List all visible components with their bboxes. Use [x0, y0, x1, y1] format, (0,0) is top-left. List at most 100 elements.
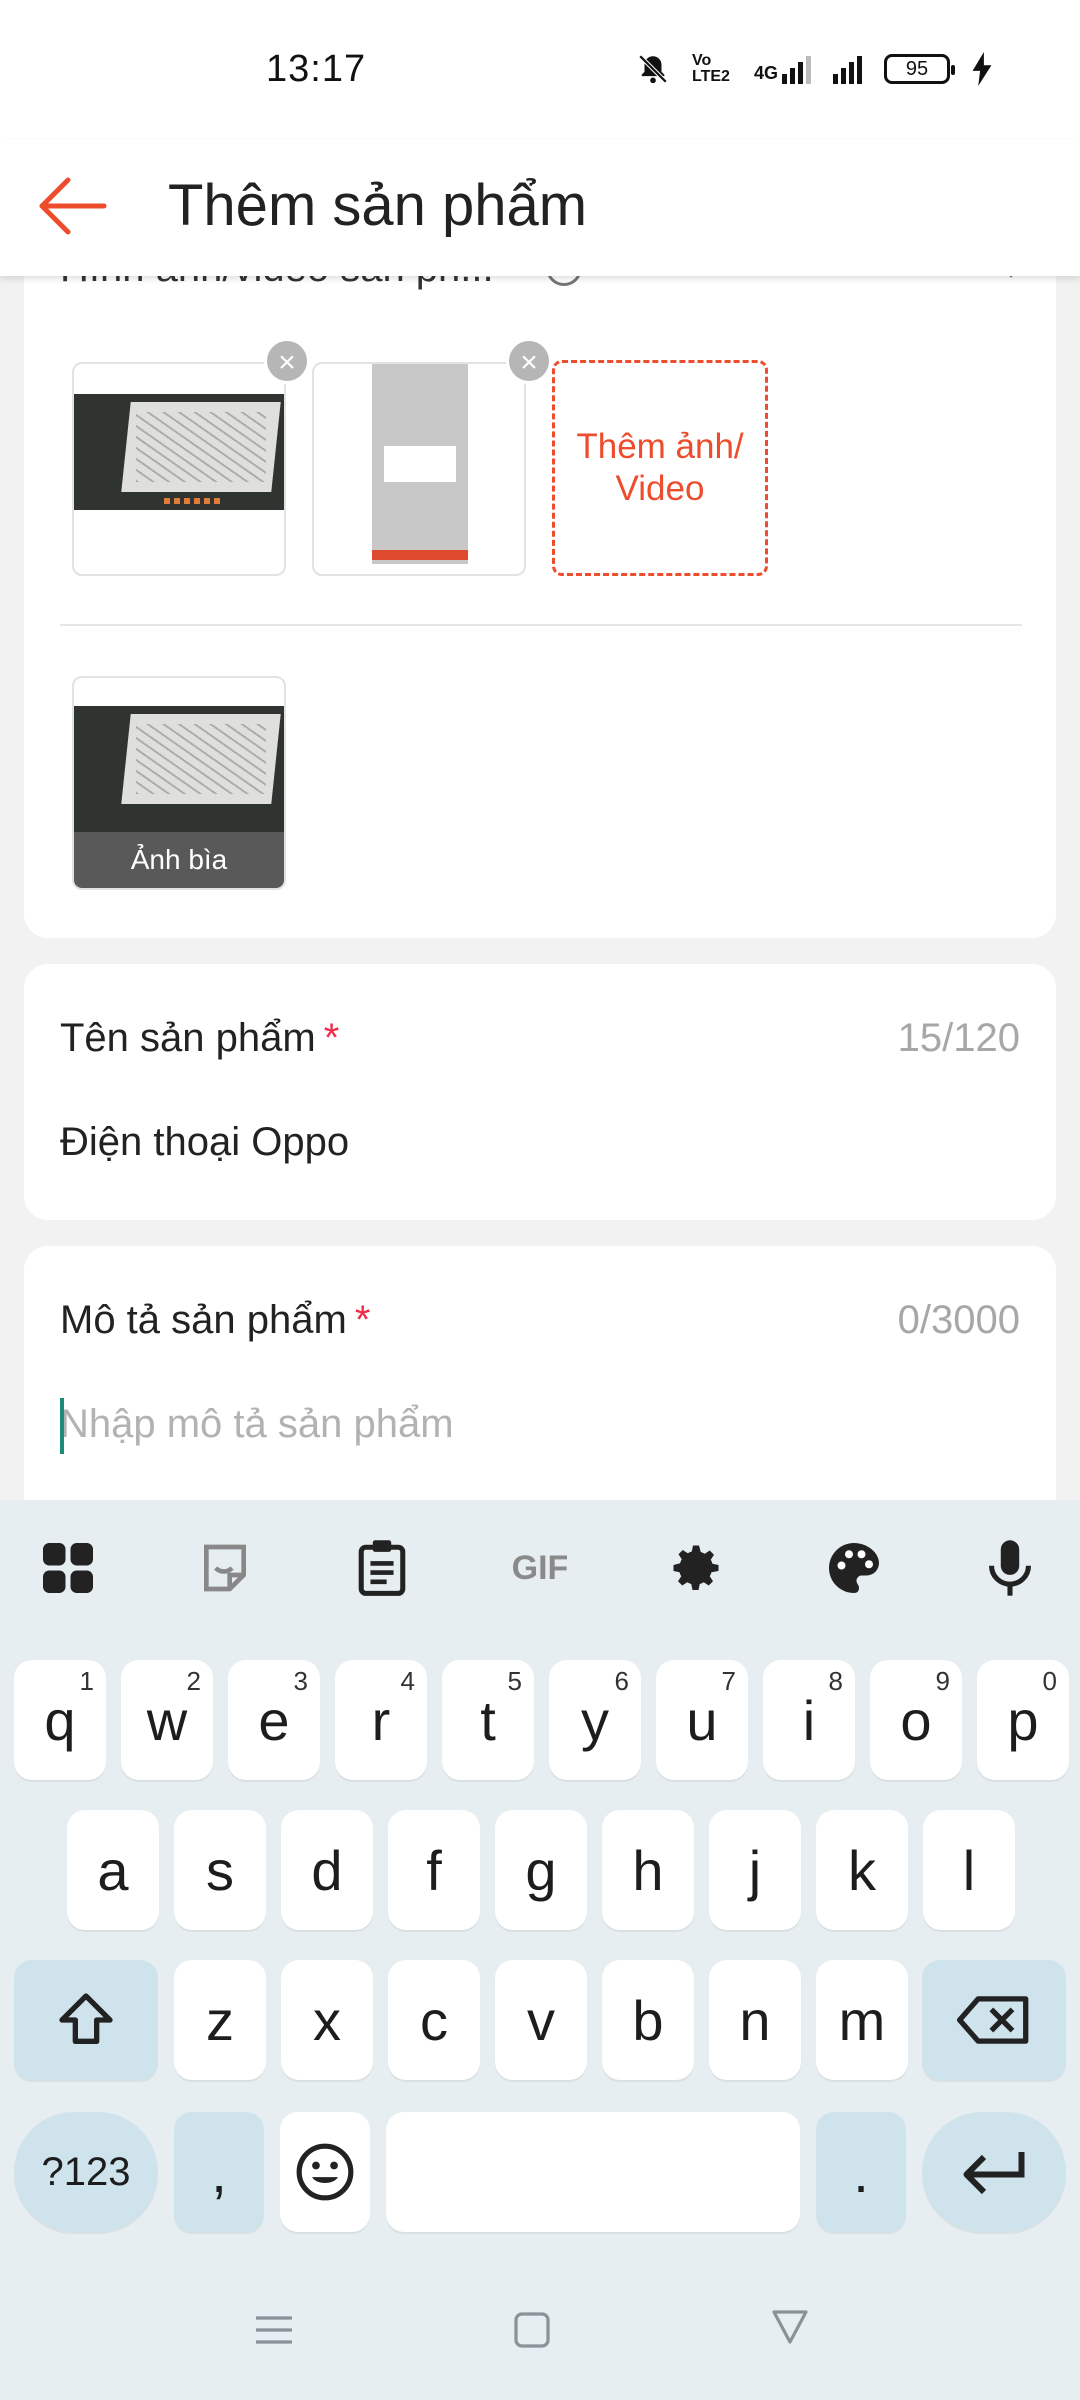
key-label: o — [900, 1688, 932, 1752]
key-m[interactable]: m — [816, 1960, 908, 2080]
key-hint: 3 — [293, 1666, 308, 1696]
key-label: j — [748, 1838, 762, 1902]
remove-media-button[interactable]: × — [506, 338, 552, 384]
key-h[interactable]: h — [602, 1810, 694, 1930]
key-hint: 1 — [79, 1666, 94, 1696]
keyboard-toolbar: GIF — [0, 1500, 1080, 1634]
backspace-icon — [957, 1996, 1029, 2044]
key-v[interactable]: v — [495, 1960, 587, 2080]
product-description-field[interactable]: Mô tả sản phẩm * 0/3000 Nhập mô tả sản ph… — [24, 1246, 1056, 1536]
key-hint: 9 — [935, 1666, 950, 1696]
add-media-button[interactable]: Thêm ảnh/ Video — [552, 360, 768, 576]
key-j[interactable]: j — [709, 1810, 801, 1930]
key-c[interactable]: c — [388, 1960, 480, 2080]
key-t[interactable]: t5 — [442, 1660, 534, 1780]
key-label: e — [258, 1688, 290, 1752]
symbols-key[interactable]: ?123 — [14, 2112, 158, 2232]
key-p[interactable]: p0 — [977, 1660, 1069, 1780]
key-hint: 0 — [1042, 1666, 1057, 1696]
key-g[interactable]: g — [495, 1810, 587, 1930]
key-label: h — [632, 1838, 664, 1902]
app-header: Thêm sản phẩm — [0, 140, 1080, 276]
key-w[interactable]: w2 — [121, 1660, 213, 1780]
key-z[interactable]: z — [174, 1960, 266, 2080]
key-y[interactable]: y6 — [549, 1660, 641, 1780]
key-d[interactable]: d — [281, 1810, 373, 1930]
text-caret — [60, 1398, 64, 1454]
key-label: n — [739, 1988, 771, 2052]
key-label: x — [313, 1988, 341, 2052]
key-e[interactable]: e3 — [228, 1660, 320, 1780]
key-u[interactable]: u7 — [656, 1660, 748, 1780]
shift-key[interactable] — [14, 1960, 158, 2080]
product-description-input[interactable]: Nhập mô tả sản phẩm — [60, 1402, 454, 1447]
key-label: t — [480, 1688, 496, 1752]
key-label: f — [426, 1838, 442, 1902]
key-hint: 4 — [400, 1666, 415, 1696]
back-triangle-icon[interactable] — [770, 2306, 810, 2346]
key-hint: 7 — [721, 1666, 736, 1696]
period-key[interactable]: . — [816, 2112, 906, 2232]
backspace-key[interactable] — [922, 1960, 1066, 2080]
key-o[interactable]: o9 — [870, 1660, 962, 1780]
menu-icon[interactable] — [254, 2310, 294, 2350]
network-4g-indicator: 4G — [754, 54, 811, 84]
emoji-key[interactable] — [280, 2112, 370, 2232]
key-s[interactable]: s — [174, 1810, 266, 1930]
media-thumbnail[interactable] — [72, 362, 286, 576]
key-label: z — [206, 1988, 234, 2052]
key-label: l — [962, 1838, 976, 1902]
key-hint: 6 — [614, 1666, 629, 1696]
key-f[interactable]: f — [388, 1810, 480, 1930]
back-button[interactable] — [36, 168, 112, 244]
key-label: d — [311, 1838, 343, 1902]
clipboard-icon[interactable] — [350, 1536, 414, 1600]
settings-gear-icon[interactable] — [664, 1536, 728, 1600]
key-label: y — [581, 1688, 609, 1752]
emoji-smile-icon — [296, 2143, 354, 2201]
shift-arrow-icon — [59, 1993, 113, 2044]
key-r[interactable]: r4 — [335, 1660, 427, 1780]
product-name-label: Tên sản phẩm * — [60, 1016, 340, 1060]
space-key[interactable] — [386, 2112, 800, 2232]
status-time: 13:17 — [266, 48, 367, 90]
apps-grid-icon[interactable] — [36, 1536, 100, 1600]
key-a[interactable]: a — [67, 1810, 159, 1930]
bell-muted-icon — [638, 54, 668, 84]
key-n[interactable]: n — [709, 1960, 801, 2080]
required-mark: * — [323, 1016, 340, 1060]
gif-icon[interactable]: GIF — [504, 1536, 576, 1600]
media-card: Hình ảnh/video sản ph... × × Thêm ảnh/ V… — [24, 210, 1056, 938]
key-x[interactable]: x — [281, 1960, 373, 2080]
product-name-input[interactable]: Điện thoại Oppo — [60, 1120, 349, 1165]
cover-image[interactable]: Ảnh bìa — [72, 676, 286, 890]
enter-key[interactable] — [922, 2112, 1066, 2232]
screenshot-thumbnail-image — [372, 364, 468, 564]
key-hint: 5 — [507, 1666, 522, 1696]
remove-media-button[interactable]: × — [264, 338, 310, 384]
home-square-icon[interactable] — [512, 2310, 552, 2350]
comma-key[interactable]: , — [174, 2112, 264, 2232]
signal-bars-icon — [782, 54, 811, 84]
key-q[interactable]: q1 — [14, 1660, 106, 1780]
key-l[interactable]: l — [923, 1810, 1015, 1930]
key-label: c — [420, 1988, 448, 2052]
media-thumbnail[interactable] — [312, 362, 526, 576]
microphone-icon[interactable] — [978, 1536, 1042, 1600]
key-i[interactable]: i8 — [763, 1660, 855, 1780]
volte-indicator: Vo LTE2 — [691, 52, 730, 85]
charging-bolt-icon — [972, 52, 992, 86]
product-description-label: Mô tả sản phẩm * — [60, 1298, 371, 1342]
key-label: g — [525, 1838, 557, 1902]
cover-photo — [74, 706, 284, 832]
product-description-counter: 0/3000 — [897, 1298, 1020, 1342]
palette-icon[interactable] — [822, 1536, 886, 1600]
sticker-icon[interactable] — [193, 1536, 257, 1600]
key-label: r — [371, 1688, 391, 1752]
key-b[interactable]: b — [602, 1960, 694, 2080]
key-label: w — [146, 1688, 188, 1752]
product-name-field[interactable]: Tên sản phẩm * 15/120 Điện thoại Oppo — [24, 964, 1056, 1220]
key-k[interactable]: k — [816, 1810, 908, 1930]
divider — [60, 624, 1022, 626]
key-label: s — [206, 1838, 234, 1902]
